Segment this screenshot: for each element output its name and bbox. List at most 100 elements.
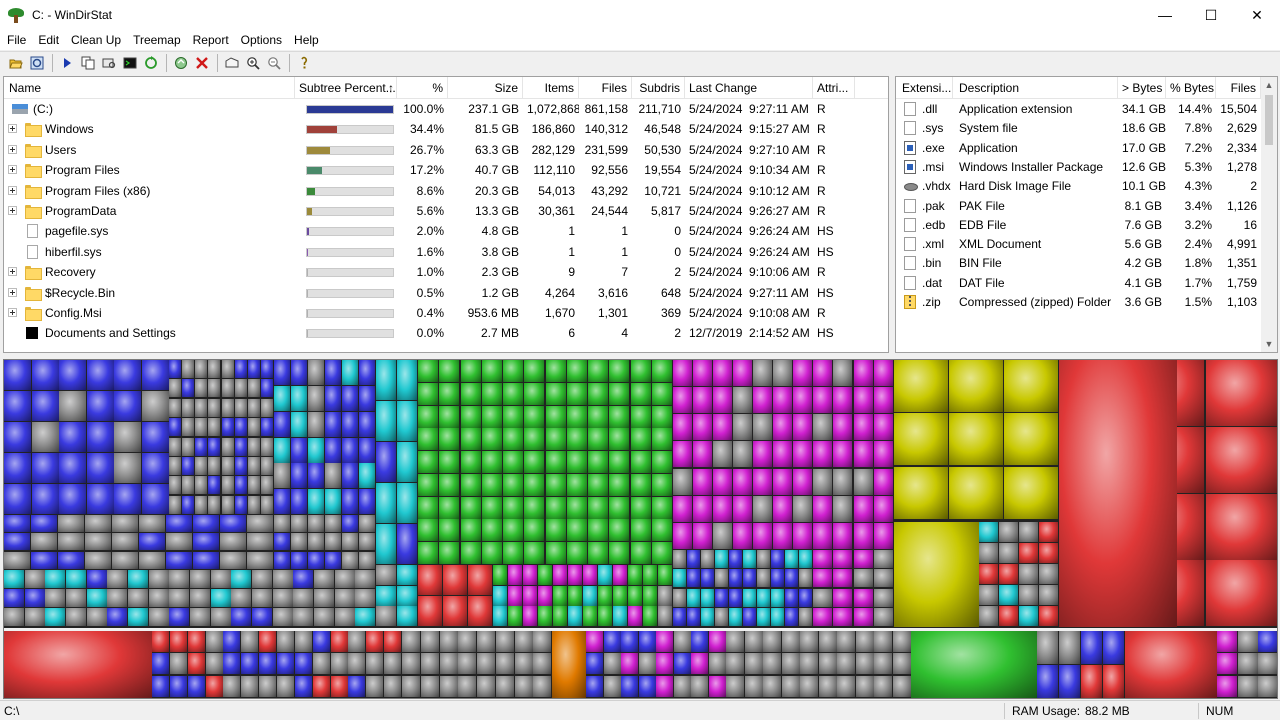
treemap-tile[interactable] <box>631 542 651 564</box>
treemap-tile[interactable] <box>856 676 874 697</box>
treemap-tile[interactable] <box>325 489 341 514</box>
treemap-tile[interactable] <box>713 387 732 413</box>
treemap-tile[interactable] <box>503 542 523 564</box>
treemap-tile[interactable] <box>273 570 293 588</box>
treemap-tile[interactable] <box>1258 653 1277 674</box>
treemap-tile[interactable] <box>1217 676 1237 697</box>
treemap-tile[interactable] <box>753 387 772 413</box>
treemap-tile[interactable] <box>833 589 852 607</box>
treemap-tile[interactable] <box>402 676 420 697</box>
treemap-tile[interactable] <box>546 542 566 564</box>
treemap-tile[interactable] <box>833 387 852 413</box>
treemap-tile[interactable] <box>439 451 459 473</box>
treemap-tile[interactable] <box>715 550 728 568</box>
treemap-tile[interactable] <box>308 552 324 569</box>
treemap-tile[interactable] <box>643 606 657 626</box>
treemap-tile[interactable] <box>546 360 566 382</box>
scroll-thumb[interactable] <box>1265 95 1273 145</box>
treemap-tile[interactable] <box>893 676 911 697</box>
treemap-tile[interactable] <box>652 451 672 473</box>
treemap-tile[interactable] <box>291 412 307 437</box>
treemap-tile[interactable] <box>1039 522 1058 542</box>
delete-button[interactable] <box>192 53 212 73</box>
open-button[interactable] <box>6 53 26 73</box>
expand-icon[interactable] <box>8 308 17 317</box>
treemap-tile[interactable] <box>745 676 763 697</box>
treemap-tile[interactable] <box>440 676 458 697</box>
treemap-tile[interactable] <box>773 414 792 440</box>
treemap-tile[interactable] <box>461 451 481 473</box>
treemap-tile[interactable] <box>503 497 523 519</box>
treemap-tile[interactable] <box>335 570 355 588</box>
treemap-tile[interactable] <box>182 476 194 494</box>
treemap-tile[interactable] <box>1081 631 1102 664</box>
treemap-tile[interactable] <box>999 606 1018 626</box>
treemap-tile[interactable] <box>546 406 566 428</box>
treemap-tile[interactable] <box>568 586 582 606</box>
treemap-tile[interactable] <box>128 589 148 607</box>
expand-icon[interactable] <box>8 185 17 195</box>
treemap-tile[interactable] <box>273 589 293 607</box>
treemap-tile[interactable] <box>503 519 523 541</box>
treemap-tile[interactable] <box>523 565 537 585</box>
treemap-tile[interactable] <box>359 533 375 550</box>
column-percent-bytes[interactable]: % Bytes <box>1166 77 1216 99</box>
treemap-tile[interactable] <box>524 360 544 382</box>
treemap-tile[interactable] <box>376 606 396 626</box>
treemap-tile[interactable] <box>325 552 341 569</box>
column-description[interactable]: Description <box>953 77 1118 99</box>
treemap-tile[interactable] <box>583 565 597 585</box>
treemap-tile[interactable] <box>743 589 756 607</box>
treemap-tile[interactable] <box>248 476 260 494</box>
treemap-tile[interactable] <box>188 676 205 697</box>
treemap-tile[interactable] <box>274 438 290 463</box>
treemap-tile[interactable] <box>1125 631 1217 698</box>
treemap-tile[interactable] <box>652 360 672 382</box>
treemap-tile[interactable] <box>949 467 1003 519</box>
column-size[interactable]: Size <box>448 77 523 99</box>
treemap-tile[interactable] <box>220 533 246 550</box>
treemap-tile[interactable] <box>503 428 523 450</box>
treemap-tile[interactable] <box>837 676 855 697</box>
treemap-tile[interactable] <box>418 497 438 519</box>
treemap-tile[interactable] <box>439 360 459 382</box>
expand-icon[interactable] <box>8 267 17 277</box>
treemap-tile[interactable] <box>1039 585 1058 605</box>
treemap-tile[interactable] <box>142 360 169 390</box>
treemap-tile[interactable] <box>32 360 59 390</box>
treemap-tile[interactable] <box>609 451 629 473</box>
treemap-tile[interactable] <box>799 589 812 607</box>
treemap-tile[interactable] <box>421 653 439 674</box>
treemap-tile[interactable] <box>331 676 348 697</box>
treemap-tile[interactable] <box>223 631 240 652</box>
treemap-tile[interactable] <box>553 586 567 606</box>
refresh-button[interactable] <box>141 53 161 73</box>
treemap-tile[interactable] <box>325 515 341 532</box>
treemap-tile[interactable] <box>854 523 873 549</box>
treemap-tile[interactable] <box>773 523 792 549</box>
treemap-tile[interactable] <box>773 360 792 386</box>
treemap-tile[interactable] <box>45 589 65 607</box>
treemap-tile[interactable] <box>231 570 251 588</box>
treemap-tile[interactable] <box>674 676 691 697</box>
treemap-tile[interactable] <box>652 497 672 519</box>
treemap-tile[interactable] <box>586 631 603 652</box>
treemap-tile[interactable] <box>674 631 691 652</box>
treemap-tile[interactable] <box>1019 543 1038 563</box>
treemap-tile[interactable] <box>1059 360 1177 627</box>
treemap-tile[interactable] <box>837 653 855 674</box>
treemap-tile[interactable] <box>874 360 893 386</box>
table-row[interactable]: (C:) 100.0% 237.1 GB 1,072,868 861,158 211,71… <box>4 99 888 119</box>
treemap-tile[interactable] <box>182 438 194 456</box>
treemap-tile[interactable] <box>208 360 220 378</box>
treemap-tile[interactable] <box>588 428 608 450</box>
list-item[interactable]: .xml XML Document 5.6 GB 2.4% 4,991 <box>896 234 1261 254</box>
treemap-tile[interactable] <box>348 676 365 697</box>
treemap-tile[interactable] <box>342 412 358 437</box>
treemap-tile[interactable] <box>757 589 770 607</box>
treemap-tile[interactable] <box>1206 360 1277 426</box>
treemap-tile[interactable] <box>421 631 439 652</box>
treemap-tile[interactable] <box>376 360 396 400</box>
treemap-tile[interactable] <box>461 383 481 405</box>
treemap-tile[interactable] <box>384 631 401 652</box>
